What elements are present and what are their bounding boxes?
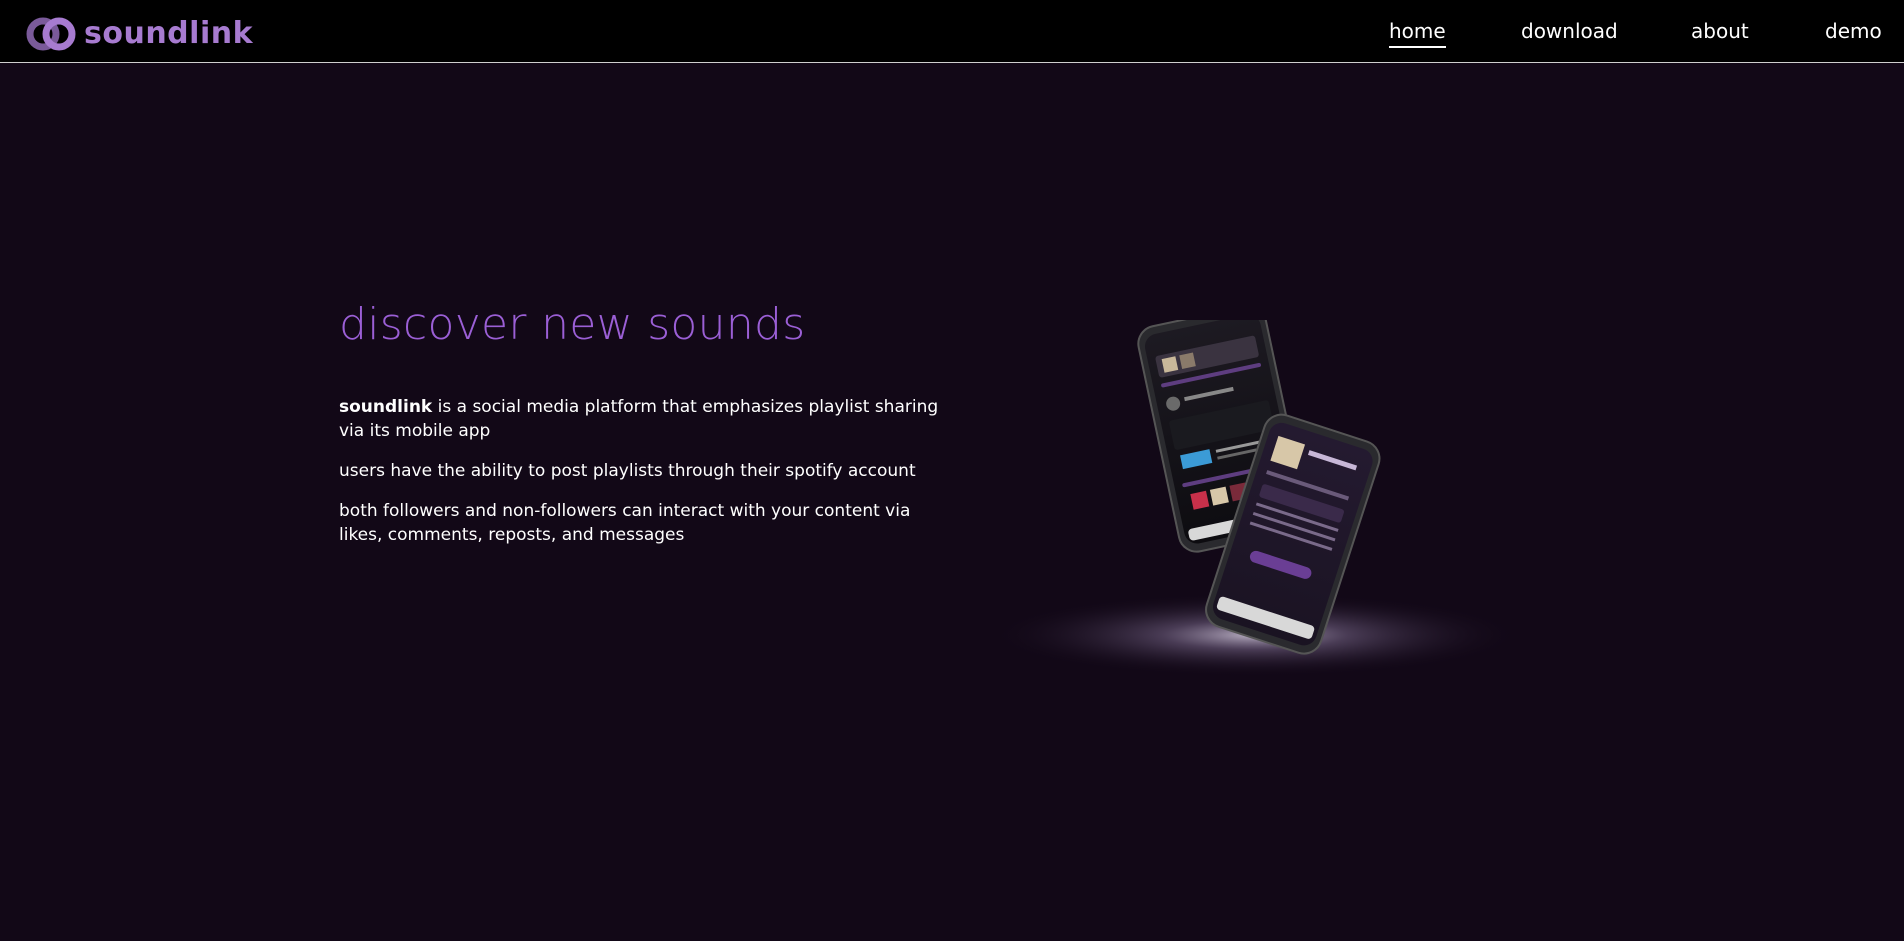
hero-description-1: soundlink is a social media platform tha… <box>339 395 939 443</box>
nav-download-link[interactable]: download <box>1521 18 1618 44</box>
phone-mockup-image <box>1000 320 1520 677</box>
nav-about-link[interactable]: about <box>1691 18 1749 44</box>
nav-demo-link[interactable]: demo <box>1825 18 1882 44</box>
linked-rings-logo-icon <box>26 17 76 51</box>
hero-description-2: users have the ability to post playlists… <box>339 461 916 481</box>
logo-text: soundlink <box>84 16 254 51</box>
navbar: soundlink home download about demo <box>0 0 1904 63</box>
brand-inline: soundlink <box>339 397 433 417</box>
hero-description-3: both followers and non-followers can int… <box>339 501 911 545</box>
nav-home-link[interactable]: home <box>1389 18 1446 48</box>
logo[interactable]: soundlink <box>24 14 253 54</box>
hero-headline: discover new sounds <box>339 299 806 350</box>
